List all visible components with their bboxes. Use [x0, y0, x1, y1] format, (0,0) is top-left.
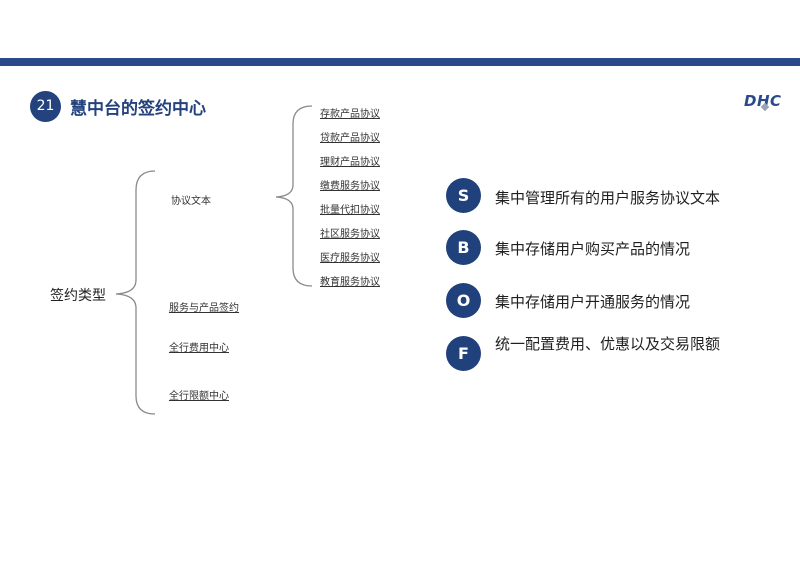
branch-label[interactable]: 服务与产品签约 [169, 299, 239, 314]
branch-label[interactable]: 全行费用中心 [169, 339, 229, 354]
branch-label: 协议文本 [171, 196, 211, 207]
letter-badge: S [446, 178, 481, 213]
agreement-label[interactable]: 贷款产品协议 [320, 129, 380, 144]
root-label: 签约类型 [50, 288, 106, 304]
statement-text: 集中存储用户购买产品的情况 [495, 240, 691, 258]
agreement-label[interactable]: 存款产品协议 [320, 105, 380, 120]
letter-badge: B [446, 230, 481, 265]
agreement-label[interactable]: 批量代扣协议 [320, 201, 380, 216]
statement-text: 集中管理所有的用户服务协议文本 [495, 189, 721, 207]
statement-text: 统一配置费用、优惠以及交易限额 [495, 335, 721, 353]
letter-badge: O [446, 283, 481, 318]
branch-label[interactable]: 全行限额中心 [169, 387, 229, 402]
agreement-label[interactable]: 社区服务协议 [320, 225, 380, 240]
agreement-label[interactable]: 医疗服务协议 [320, 249, 380, 264]
tree-brackets [115, 105, 313, 415]
agreement-label[interactable]: 理财产品协议 [320, 153, 380, 168]
agreement-label[interactable]: 教育服务协议 [320, 273, 380, 288]
letter-badge: F [446, 336, 481, 371]
agreement-label[interactable]: 缴费服务协议 [320, 177, 380, 192]
statement-text: 集中存储用户开通服务的情况 [495, 293, 691, 311]
